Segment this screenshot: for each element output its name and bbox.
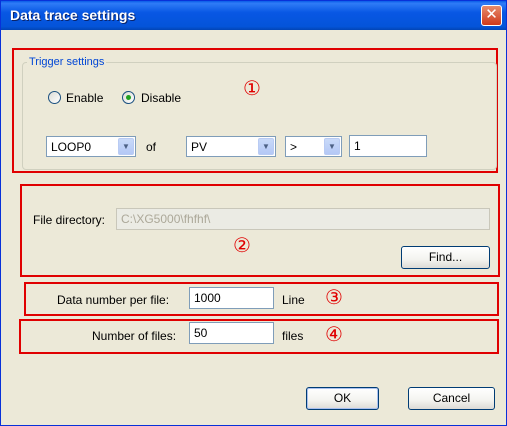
cancel-button[interactable]: Cancel [408,387,495,410]
chevron-down-icon[interactable]: ▼ [324,138,340,155]
window-title: Data trace settings [10,7,136,23]
number-of-files-input[interactable]: 50 [189,322,274,344]
enable-label: Enable [66,91,104,105]
find-button[interactable]: Find... [401,246,490,269]
of-label: of [146,140,157,154]
ok-button[interactable]: OK [306,387,379,410]
file-directory-input[interactable]: C:\XG5000\fhfhf\ [116,208,490,230]
dialog-window: Data trace settings ✕ Trigger settings ①… [0,0,507,426]
trigger-value-input[interactable]: 1 [349,135,427,157]
radio-selected-dot [126,95,131,100]
loop-select[interactable]: LOOP0 ▼ [46,136,136,157]
operator-select[interactable]: > ▼ [285,136,342,157]
chevron-down-icon[interactable]: ▼ [258,138,274,155]
title-bar[interactable]: Data trace settings ✕ [1,1,506,30]
disable-label: Disable [141,91,182,105]
variable-select-value: PV [191,140,208,154]
annotation-marker-3: ③ [325,285,343,309]
trigger-settings-legend: Trigger settings [29,56,105,68]
close-icon: ✕ [485,6,498,23]
data-number-input[interactable]: 1000 [189,287,274,309]
disable-radio[interactable] [122,91,135,104]
data-number-label: Data number per file: [57,293,170,307]
annotation-marker-2: ② [233,233,251,257]
enable-radio[interactable] [48,91,61,104]
file-directory-label: File directory: [33,213,106,227]
loop-select-value: LOOP0 [51,140,92,154]
annotation-marker-1: ① [243,76,261,100]
close-button[interactable]: ✕ [481,5,502,26]
annotation-marker-4: ④ [325,322,343,346]
operator-select-value: > [290,140,298,154]
number-of-files-label: Number of files: [92,329,177,343]
chevron-down-icon[interactable]: ▼ [118,138,134,155]
number-of-files-unit: files [282,329,304,343]
variable-select[interactable]: PV ▼ [186,136,276,157]
data-number-unit: Line [282,293,305,307]
